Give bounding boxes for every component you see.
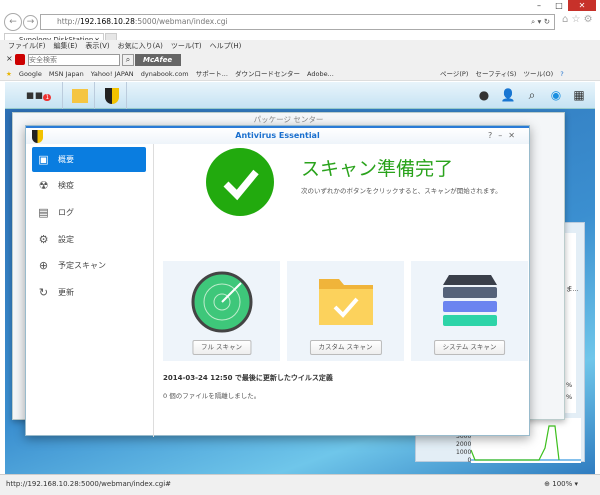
server-stack-icon (443, 275, 497, 326)
status-subtitle: 次のいずれかのボタンをクリックすると、スキャンが開始されます。 (301, 187, 502, 195)
close-button[interactable]: ✕ (568, 0, 596, 11)
quarantine-count: 0 個のファイルを隔離しました。 (163, 392, 261, 400)
main-menu-button[interactable]: ▪▪ 1 (15, 82, 63, 109)
menu-help[interactable]: ヘルプ(H) (210, 42, 242, 50)
favorites-bar: ★ Google MSN Japan Yahoo! JAPAN dynabook… (0, 67, 600, 81)
fav-yahoo[interactable]: Yahoo! JAPAN (91, 70, 134, 78)
widget-pct: % (566, 381, 573, 389)
antivirus-logo-icon (32, 130, 43, 143)
home-star-gear-icons[interactable]: ⌂ ☆ ⚙ (562, 14, 593, 25)
sidebar-label: ログ (58, 208, 74, 217)
sidebar-item-settings[interactable]: ⚙ 設定 (32, 227, 146, 252)
minimize-button[interactable]: – (530, 0, 548, 11)
menu-favorites[interactable]: お気に入り(A) (118, 42, 163, 50)
widget-pct: % (566, 393, 573, 401)
system-scan-card: システム スキャン (411, 261, 528, 361)
folder-check-icon (319, 279, 373, 325)
mcafee-button[interactable]: McAfee (135, 54, 181, 66)
menu-bar: ファイル(F) 編集(E) 表示(V) お気に入り(A) ツール(T) ヘルプ(H) (0, 40, 600, 53)
fav-download[interactable]: ダウンロードセンター (235, 70, 300, 78)
full-scan-card: フル スキャン (163, 261, 280, 361)
user-icon[interactable]: 👤 (499, 86, 517, 104)
check-icon (206, 148, 274, 216)
status-icon[interactable]: ◉ (547, 86, 565, 104)
sidebar-item-overview[interactable]: ▣ 概要 (32, 147, 146, 172)
sidebar-item-update[interactable]: ↻ 更新 (32, 280, 146, 305)
widget-more: ま... (566, 285, 579, 293)
fav-msn[interactable]: MSN Japan (49, 70, 84, 78)
search-icon[interactable]: ⌕ (523, 86, 541, 104)
sidebar: ▣ 概要 ☢ 検疫 ▤ ログ ⚙ 設定 ⊕ 予定スキャン ↻ 更新 (26, 144, 154, 437)
antivirus-window: Antivirus Essential ?–✕ ▣ 概要 ☢ 検疫 ▤ ログ ⚙ 設定 … (25, 125, 530, 437)
url-host: 192.168.10.28 (79, 17, 135, 26)
mcafee-toolbar: × ⌕ McAfee (0, 53, 600, 67)
gear-icon: ⚙ (38, 233, 49, 246)
fav-support[interactable]: サポート... (196, 70, 228, 78)
browser-titlebar: – □ ✕ (0, 0, 600, 12)
status-bar: http://192.168.10.28:5000/webman/index.c… (0, 474, 600, 495)
log-icon: ▤ (38, 206, 49, 219)
ytick: 1000 (456, 449, 472, 456)
widgets-icon[interactable]: ▦ (570, 86, 588, 104)
sidebar-item-schedule[interactable]: ⊕ 予定スキャン (32, 253, 146, 278)
safe-search-input[interactable] (28, 54, 120, 66)
status-title: スキャン準備完了 (301, 158, 454, 180)
full-scan-button[interactable]: フル スキャン (191, 340, 252, 355)
zoom-level: 100% (552, 480, 573, 488)
ytick: 2000 (456, 441, 472, 448)
address-bar[interactable]: http://192.168.10.28:5000/webman/index.c… (40, 14, 555, 30)
search-icon[interactable]: ⌕ (122, 54, 134, 66)
sidebar-label: 検疫 (58, 181, 74, 190)
search-refresh-icon[interactable]: ⌕ ▾ ↻ (531, 15, 550, 29)
custom-scan-card: カスタム スキャン (287, 261, 404, 361)
fav-adobe[interactable]: Adobe... (307, 70, 334, 78)
quarantine-icon: ☢ (38, 179, 49, 192)
refresh-icon: ↻ (38, 286, 49, 299)
antivirus-titlebar: Antivirus Essential ?–✕ (26, 126, 529, 144)
chat-icon[interactable]: ● (475, 86, 493, 104)
radar-icon (191, 271, 253, 333)
menu-edit[interactable]: 編集(E) (54, 42, 78, 50)
sidebar-label: 概要 (58, 155, 74, 164)
zoom-control[interactable]: ⊕ 100% ▾ (544, 475, 578, 493)
antivirus-taskbar-icon[interactable] (97, 82, 127, 109)
sidebar-item-log[interactable]: ▤ ログ (32, 200, 146, 225)
maximize-button[interactable]: □ (550, 0, 568, 11)
cmd-page[interactable]: ページ(P) (440, 70, 468, 78)
fav-google[interactable]: Google (19, 70, 42, 78)
package-center-taskbar-icon[interactable] (65, 82, 95, 109)
system-scan-button[interactable]: システム スキャン (433, 340, 506, 355)
menu-tools[interactable]: ツール(T) (171, 42, 202, 50)
toolbar-close-icon[interactable]: × (6, 54, 13, 63)
custom-scan-button[interactable]: カスタム スキャン (309, 340, 382, 355)
cmd-safety[interactable]: セーフティ(S) (475, 70, 516, 78)
window-controls[interactable]: ?–✕ (488, 128, 521, 144)
sidebar-label: 予定スキャン (58, 261, 106, 270)
menu-view[interactable]: 表示(V) (85, 42, 109, 50)
window-title: Antivirus Essential (235, 131, 320, 140)
definitions-updated: 2014-03-24 12:50 で最後に更新したウイルス定義 (163, 374, 333, 382)
url-rest: :5000/webman/index.cgi (134, 17, 228, 26)
cmd-tools[interactable]: ツール(O) (523, 70, 553, 78)
notification-badge: 1 (43, 94, 52, 101)
fav-dynabook[interactable]: dynabook.com (141, 70, 189, 78)
back-button[interactable]: ← (4, 13, 22, 31)
chart-yticks: 3000 2000 1000 0 (456, 433, 471, 465)
dsm-taskbar: ▪▪ 1 ● 👤 ⌕ ◉ ▦ (5, 82, 595, 109)
overview-icon: ▣ (38, 153, 49, 166)
schedule-icon: ⊕ (38, 259, 49, 272)
mcafee-shield-icon (15, 54, 25, 65)
url-prefix: http:// (57, 17, 80, 26)
sidebar-label: 設定 (58, 235, 74, 244)
favorites-star-icon[interactable]: ★ (6, 70, 12, 78)
sidebar-item-quarantine[interactable]: ☢ 検疫 (32, 173, 146, 198)
help-icon[interactable]: ? (560, 70, 563, 78)
menu-file[interactable]: ファイル(F) (8, 42, 46, 50)
status-url: http://192.168.10.28:5000/webman/index.c… (6, 480, 172, 488)
ytick: 0 (467, 457, 472, 464)
forward-button[interactable]: → (23, 15, 38, 30)
sidebar-label: 更新 (58, 288, 74, 297)
